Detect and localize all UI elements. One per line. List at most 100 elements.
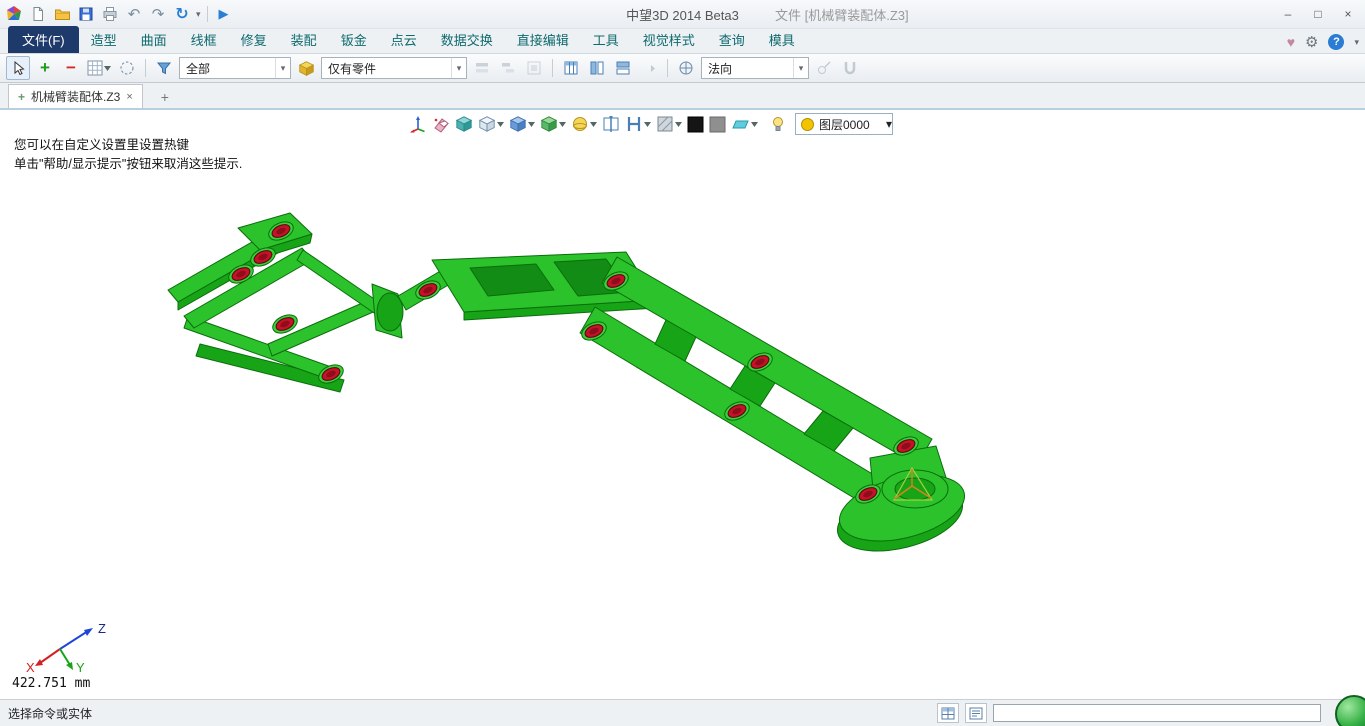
status-bar: 选择命令或实体 [0,699,1365,726]
axis-triad: Z X Y [18,613,110,673]
tab-tools[interactable]: 工具 [581,26,631,53]
tab-sheetmetal[interactable]: 钣金 [329,26,379,53]
new-document-icon[interactable] [28,4,48,24]
favorites-heart-icon[interactable]: ♥ [1287,34,1295,50]
quick-access-toolbar: ↶ ↷ ↻ ▾ ▶ [0,4,234,24]
table-panel-toggle-icon[interactable] [937,703,959,723]
view-toolbar: 图层0000 ▾ [408,113,893,135]
app-logo [4,4,24,24]
hint-line-2: 单击"帮助/显示提示"按钮来取消这些提示. [14,155,242,174]
model-mechanical-arm[interactable] [150,200,980,560]
new-tab-button[interactable]: + [153,85,177,108]
normal-direction-combo[interactable]: 法向 ▾ [701,57,809,79]
shape-filter-cube-icon[interactable] [295,57,317,79]
wireframe-mode-combo-icon[interactable] [477,113,505,135]
tab-direct-edit[interactable]: 直接编辑 [505,26,581,53]
entity-filter-value: 全部 [186,60,271,77]
command-input[interactable] [993,704,1321,722]
save-icon[interactable] [76,4,96,24]
tab-close-icon[interactable]: × [126,91,132,103]
selection-toolbar: + − 全部 ▾ 仅有零件 ▾ [0,53,1365,83]
triad-y-label: Y [76,660,85,673]
triad-x-label: X [26,660,35,673]
tab-data-exchange[interactable]: 数据交换 [429,26,505,53]
message-log-toggle-icon[interactable] [965,703,987,723]
help-icon[interactable]: ? [1328,34,1344,50]
list-view-icon[interactable] [560,57,582,79]
titlebar: ↶ ↷ ↻ ▾ ▶ 中望3D 2014 Beta3 文件 [机械臂装配体.Z3]… [0,0,1365,29]
document-tab-label: 机械臂装配体.Z3 [31,88,120,105]
normal-compass-icon[interactable] [675,57,697,79]
tab-inquire[interactable]: 查询 [707,26,757,53]
tab-pointcloud[interactable]: 点云 [379,26,429,53]
texture-combo-icon[interactable] [655,113,683,135]
layer-bulb-icon[interactable] [770,113,786,135]
row-view-icon[interactable] [612,57,634,79]
display-mode-combo-icon[interactable] [508,113,536,135]
hint-line-1: 您可以在自定义设置里设置热键 [14,136,242,155]
minimize-button[interactable]: – [1273,3,1303,25]
open-folder-icon[interactable] [52,4,72,24]
separator [667,59,668,77]
pick-scope-combo[interactable]: 仅有零件 ▾ [321,57,467,79]
measurement-readout: 422.751 mm [12,676,90,691]
erase-blank-icon[interactable] [431,113,451,135]
filter-funnel-icon[interactable] [153,57,175,79]
document-tab-bar: + 机械臂装配体.Z3 × + [0,83,1365,110]
appearance-combo-icon[interactable] [570,113,598,135]
section-view-icon[interactable] [601,113,621,135]
probe-icon [813,57,835,79]
add-selection-icon[interactable]: + [34,57,56,79]
select-cursor-icon[interactable] [6,56,30,80]
play-run-icon[interactable]: ▶ [214,4,234,24]
black-background-swatch[interactable] [686,113,705,135]
normal-direction-value: 法向 [708,60,789,77]
print-icon[interactable] [100,4,120,24]
redo-icon[interactable]: ↷ [148,4,168,24]
tab-plus-icon: + [18,90,25,104]
gray-background-swatch[interactable] [708,113,727,135]
undo-icon[interactable]: ↶ [124,4,144,24]
app-window: ↶ ↷ ↻ ▾ ▶ 中望3D 2014 Beta3 文件 [机械臂装配体.Z3]… [0,0,1365,726]
document-tab-active[interactable]: + 机械臂装配体.Z3 × [8,84,143,108]
quick-access-caret-icon[interactable]: ▾ [196,9,201,20]
swap-selection-icon [497,57,519,79]
tab-surface[interactable]: 曲面 [129,26,179,53]
hatch-combo-icon[interactable] [624,113,652,135]
tab-wireframe[interactable]: 线框 [179,26,229,53]
floor-plane-combo-icon[interactable] [730,113,759,135]
column-view-icon[interactable] [586,57,608,79]
shaded-cube-icon[interactable] [454,113,474,135]
sync-regenerate-icon[interactable]: ↻ [172,4,192,24]
layer-color-swatch [801,118,814,131]
tab-visual-style[interactable]: 视觉样式 [631,26,707,53]
layer-combo[interactable]: 图层0000 ▾ [795,113,893,135]
tab-shape[interactable]: 造型 [79,26,129,53]
view-orientation-combo-icon[interactable] [539,113,567,135]
watermark-logo [1335,695,1365,726]
chevron-down-icon[interactable]: ▾ [451,58,466,78]
close-button[interactable]: × [1333,3,1363,25]
tab-repair[interactable]: 修复 [229,26,279,53]
maximize-button[interactable]: □ [1303,3,1333,25]
tab-mold[interactable]: 模具 [757,26,807,53]
separator [552,59,553,77]
show-datum-icon[interactable] [408,113,428,135]
ribbon-right-tools: ♥ ⚙ ? ▾ [1287,33,1359,51]
chevron-down-icon[interactable]: ▾ [793,58,808,78]
chevron-down-icon[interactable]: ▾ [886,117,892,131]
tab-assembly[interactable]: 装配 [279,26,329,53]
lasso-select-icon[interactable] [116,57,138,79]
document-title: 文件 [机械臂装配体.Z3] [775,5,909,24]
pick-last-icon [638,57,660,79]
pick-grid-icon[interactable] [86,57,112,79]
entity-filter-combo[interactable]: 全部 ▾ [179,57,291,79]
settings-gear-icon[interactable]: ⚙ [1305,33,1318,51]
ribbon-collapse-caret-icon[interactable]: ▾ [1354,37,1359,48]
remove-selection-icon[interactable]: − [60,57,82,79]
chevron-down-icon[interactable]: ▾ [275,58,290,78]
pick-scope-value: 仅有零件 [328,60,447,77]
tab-file[interactable]: 文件(F) [8,26,79,53]
isolate-icon [523,57,545,79]
viewport-3d[interactable]: 图层0000 ▾ 您可以在自定义设置里设置热键 单击"帮助/显示提示"按钮来取消… [0,110,1365,699]
